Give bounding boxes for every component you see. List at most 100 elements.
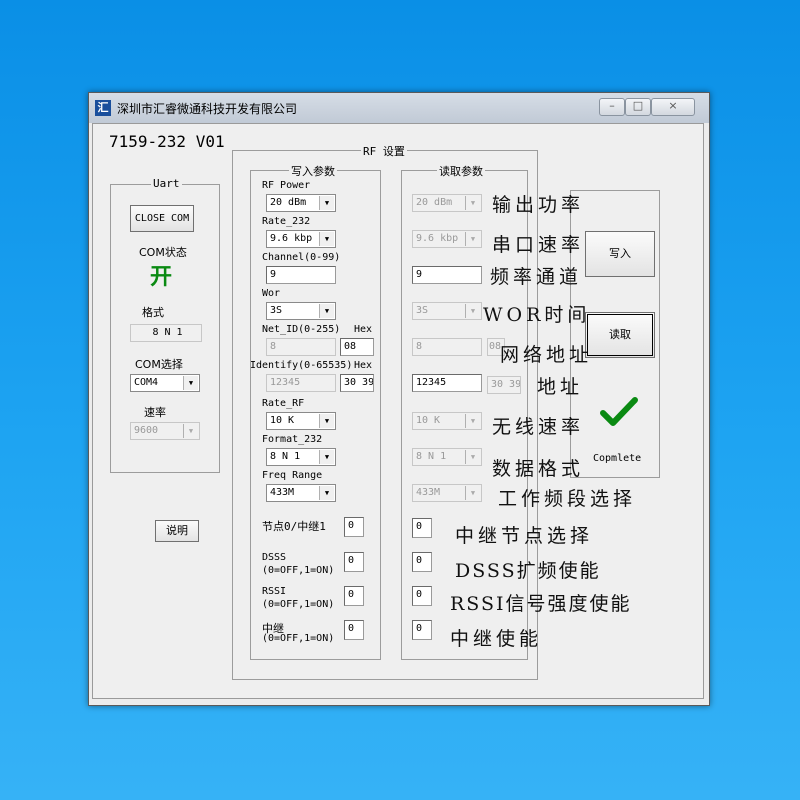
window-title: 深圳市汇睿微通科技开发有限公司	[117, 102, 298, 116]
annotation-rate232: 串口速率	[492, 234, 585, 256]
read-button[interactable]: 读取	[585, 312, 655, 358]
freq-range-value: 433M	[270, 487, 295, 498]
read-node-relay: 0	[412, 518, 432, 538]
read-identify-hex: 30 39	[487, 376, 521, 394]
node-relay-label: 节点0/中继1	[262, 520, 326, 533]
rate232-select[interactable]: 9.6 kbp ▼	[266, 230, 336, 248]
read-wor: 3S ▼	[412, 302, 482, 320]
annotation-dsss: DSSS扩频使能	[455, 560, 601, 582]
close-com-button[interactable]: CLOSE COM	[130, 205, 194, 232]
baud-label: 速率	[144, 406, 166, 419]
chevron-down-icon: ▼	[465, 414, 480, 428]
chevron-down-icon: ▼	[319, 450, 334, 464]
read-rssi: 0	[412, 586, 432, 606]
identify-hex-input[interactable]: 30 39	[340, 374, 374, 392]
read-rate-rf-value: 10 K	[416, 415, 441, 426]
format-label: 格式	[142, 306, 164, 319]
netid-hex-input[interactable]: 08	[340, 338, 374, 356]
rssi-input[interactable]: 0	[344, 586, 364, 606]
channel-label: Channel(0-99)	[262, 252, 341, 263]
uart-group-title: Uart	[151, 177, 182, 190]
rate-rf-value: 10 K	[270, 415, 295, 426]
check-icon	[600, 397, 638, 426]
netid-label: Net_ID(0-255)	[262, 324, 341, 335]
chevron-down-icon: ▼	[319, 304, 334, 318]
format232-value: 8 N 1	[270, 451, 301, 462]
identify-input[interactable]: 12345	[266, 374, 336, 392]
identify-hex-label: Hex	[354, 360, 373, 371]
freq-range-select[interactable]: 433M ▼	[266, 484, 336, 502]
annotation-raterf: 无线速率	[492, 416, 585, 438]
read-netid: 8	[412, 338, 482, 356]
chevron-down-icon: ▼	[183, 376, 198, 390]
status-label: Copmlete	[593, 453, 642, 464]
chevron-down-icon: ▼	[465, 486, 480, 500]
read-freq-range-value: 433M	[416, 487, 441, 498]
com-status-indicator: 开	[150, 265, 173, 290]
annotation-wor: WOR时间	[483, 304, 591, 326]
read-rf-power-value: 20 dBm	[416, 197, 453, 208]
freq-range-label: Freq Range	[262, 470, 323, 481]
chevron-down-icon: ▼	[465, 304, 480, 318]
chevron-down-icon: ▼	[319, 232, 334, 246]
annotation-identify: 地址	[537, 376, 584, 398]
write-group-title: 写入参数	[289, 163, 337, 179]
format232-select[interactable]: 8 N 1 ▼	[266, 448, 336, 466]
read-relay: 0	[412, 620, 432, 640]
chevron-down-icon: ▼	[465, 232, 480, 246]
netid-hex-label: Hex	[354, 324, 373, 335]
annotation-netid: 网络地址	[500, 344, 593, 366]
annotation-relay: 中继使能	[450, 628, 543, 650]
wor-select[interactable]: 3S ▼	[266, 302, 336, 320]
format232-label: Format_232	[262, 434, 323, 445]
rate232-value: 9.6 kbp	[270, 233, 313, 244]
annotation-format: 数据格式	[492, 458, 585, 480]
chevron-down-icon: ▼	[183, 424, 198, 438]
read-freq-range: 433M ▼	[412, 484, 482, 502]
node-relay-input[interactable]: 0	[344, 517, 364, 537]
annotation-node: 中继节点选择	[455, 525, 594, 547]
netid-input[interactable]: 8	[266, 338, 336, 356]
read-dsss: 0	[412, 552, 432, 572]
rate-rf-select[interactable]: 10 K ▼	[266, 412, 336, 430]
chevron-down-icon: ▼	[319, 414, 334, 428]
channel-input[interactable]: 9	[266, 266, 336, 284]
version-label: 7159-232 V01	[109, 132, 225, 151]
com-select-label: COM选择	[135, 358, 183, 371]
read-rate-rf: 10 K ▼	[412, 412, 482, 430]
wor-label: Wor	[262, 288, 281, 299]
annotation-rssi: RSSI信号强度使能	[450, 593, 632, 615]
dsss-label: DSSS	[262, 552, 287, 563]
read-format232-value: 8 N 1	[416, 451, 447, 462]
dsss-input[interactable]: 0	[344, 552, 364, 572]
rssi-label: RSSI	[262, 586, 287, 597]
annotation-channel: 频率通道	[490, 266, 583, 288]
help-button[interactable]: 说明	[155, 520, 199, 542]
chevron-down-icon: ▼	[319, 196, 334, 210]
rf-power-label: RF Power	[262, 180, 311, 191]
write-button[interactable]: 写入	[585, 231, 655, 277]
baud-select[interactable]: 9600 ▼	[130, 422, 200, 440]
annotation-freq: 工作频段选择	[498, 488, 637, 510]
annotation-power: 输出功率	[492, 194, 585, 216]
rf-power-value: 20 dBm	[270, 197, 307, 208]
read-wor-value: 3S	[416, 305, 429, 316]
format-field: 8 N 1	[130, 324, 202, 342]
read-rate232-value: 9.6 kbp	[416, 233, 459, 244]
title-bar[interactable]: 汇 深圳市汇睿微通科技开发有限公司 – □ ×	[89, 93, 709, 123]
app-logo-icon: 汇	[95, 100, 111, 116]
read-group-title: 读取参数	[437, 163, 485, 179]
identify-label: Identify(0-65535)	[250, 360, 353, 371]
relay-input[interactable]: 0	[344, 620, 364, 640]
relay-onoff-label: (0=OFF,1=ON)	[262, 633, 335, 644]
rf-power-select[interactable]: 20 dBm ▼	[266, 194, 336, 212]
minimize-icon[interactable]: –	[599, 98, 625, 116]
wor-value: 3S	[270, 305, 283, 316]
maximize-icon[interactable]: □	[625, 98, 651, 116]
chevron-down-icon: ▼	[465, 450, 480, 464]
rate232-label: Rate_232	[262, 216, 311, 227]
read-identify: 12345	[412, 374, 482, 392]
com-select-value: COM4	[134, 377, 159, 388]
com-select[interactable]: COM4 ▼	[130, 374, 200, 392]
close-icon[interactable]: ×	[651, 98, 695, 116]
